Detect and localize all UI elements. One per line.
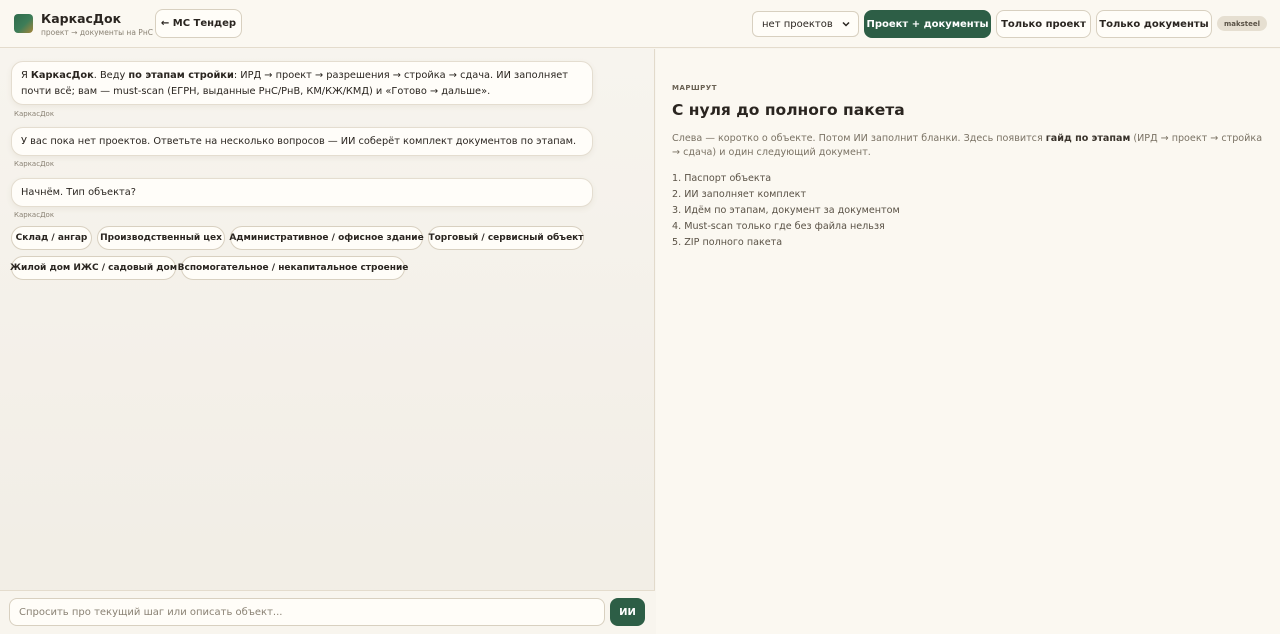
brand-title: КаркасДок: [41, 11, 122, 26]
brand-logo-icon[interactable]: [14, 14, 33, 33]
route-title: С нуля до полного пакета: [672, 101, 905, 119]
message-brand: КаркасДок: [30, 70, 94, 81]
user-badge[interactable]: maksteel: [1217, 16, 1267, 31]
message-text: Я: [21, 70, 31, 81]
route-step: 5. ZIP полного пакета: [672, 237, 783, 248]
chat-message-no-projects: У вас пока нет проектов. Ответьте на нес…: [11, 127, 593, 156]
route-step: 1. Паспорт объекта: [672, 173, 772, 184]
option-residential-chip[interactable]: Жилой дом ИЖС / садовый дом: [10, 256, 177, 280]
top-header: КаркасДок проект → документы на РнС ← МС…: [0, 0, 1280, 48]
back-to-tender-button[interactable]: ← МС Тендер: [155, 9, 242, 38]
route-section-label: МАРШРУТ: [672, 84, 717, 92]
message-sender: КаркасДок: [14, 160, 55, 168]
project-select-value: нет проектов: [762, 18, 833, 30]
message-sender: КаркасДок: [14, 110, 55, 118]
message-emphasis: по этапам стройки: [128, 70, 234, 81]
mode-docs-only-button[interactable]: Только документы: [1096, 10, 1212, 38]
option-production-chip[interactable]: Производственный цех: [97, 226, 225, 250]
brand-subtitle: проект → документы на РнС: [41, 28, 153, 37]
option-office-chip[interactable]: Административное / офисное здание: [229, 226, 424, 250]
chat-message-question: Начнём. Тип объекта?: [11, 178, 593, 207]
route-desc-emphasis: гайд по этапам: [1045, 133, 1131, 144]
route-desc-text: Слева — коротко о объекте. Потом ИИ запо…: [672, 133, 1046, 144]
ai-send-button[interactable]: ИИ: [610, 598, 645, 626]
option-retail-chip[interactable]: Торговый / сервисный объект: [428, 226, 584, 250]
message-text: . Веду: [93, 70, 129, 81]
route-step: 2. ИИ заполняет комплект: [672, 189, 807, 200]
project-select[interactable]: нет проектов: [752, 11, 859, 37]
message-sender: КаркасДок: [14, 211, 55, 219]
mode-project-and-docs-button[interactable]: Проект + документы: [864, 10, 991, 38]
route-step: 3. Идём по этапам, документ за документо…: [672, 205, 900, 216]
route-steps-list: 1. Паспорт объекта 2. ИИ заполняет компл…: [672, 171, 900, 251]
chat-input[interactable]: [9, 598, 605, 626]
mode-project-only-button[interactable]: Только проект: [996, 10, 1091, 38]
chevron-down-icon: [842, 21, 850, 27]
option-auxiliary-chip[interactable]: Вспомогательное / некапитальное строение: [178, 256, 408, 280]
option-warehouse-chip[interactable]: Склад / ангар: [11, 226, 92, 250]
route-description: Слева — коротко о объекте. Потом ИИ запо…: [672, 132, 1264, 160]
chat-message-intro: Я КаркасДок. Веду по этапам стройки: ИРД…: [11, 61, 593, 105]
route-step: 4. Must-scan только где без файла нельзя: [672, 221, 885, 232]
